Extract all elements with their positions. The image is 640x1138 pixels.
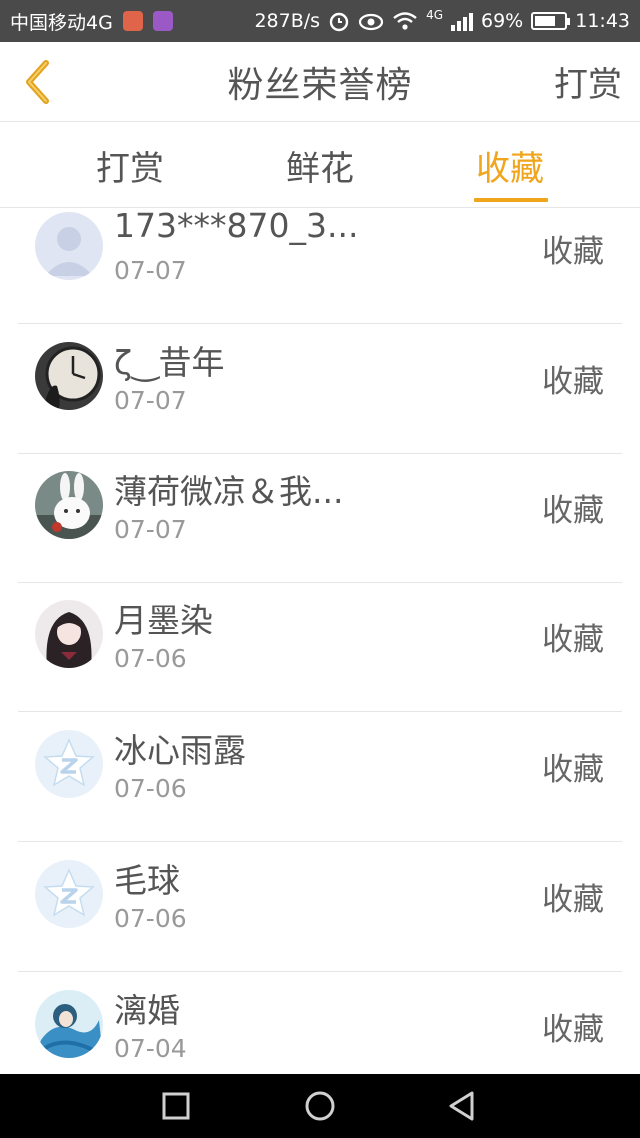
list-item-name: 毛球 <box>114 861 180 900</box>
list-item[interactable]: 月墨染 07-06 收藏 <box>18 582 622 712</box>
battery-icon <box>531 12 571 30</box>
back-nav-button[interactable] <box>446 1090 478 1122</box>
list-item-name: 冰心雨露 <box>114 731 246 770</box>
list-item-date: 07-07 <box>114 386 187 415</box>
list-item-date: 07-04 <box>114 1034 187 1063</box>
tab-bar: 打赏 鲜花 收藏 <box>0 122 640 208</box>
list-item-name: 月墨染 <box>114 601 213 640</box>
list-item-tag: 收藏 <box>542 882 604 918</box>
avatar-clock-photo <box>35 342 103 410</box>
list-item-tag: 收藏 <box>542 752 604 788</box>
list-item[interactable]: 冰心雨露 07-06 收藏 <box>18 712 622 842</box>
list-item-date: 07-06 <box>114 904 187 933</box>
battery-percent: 69% <box>481 10 524 32</box>
list-item[interactable]: ζ⁠‿昔年 07-07 收藏 <box>18 324 622 454</box>
alarm-icon <box>329 12 349 32</box>
list-item-tag: 收藏 <box>542 1012 604 1048</box>
eye-icon <box>358 13 384 31</box>
status-left: 中国移动4G <box>10 8 173 35</box>
reward-action-button[interactable]: 打赏 <box>554 57 622 106</box>
signal-icon <box>451 11 473 31</box>
network-type-label: 4G <box>426 8 443 22</box>
status-bar: 中国移动4G 287B/s 4G 69% 11:43 <box>0 0 640 42</box>
shopping-app-icon <box>122 11 143 31</box>
list-item-tag: 收藏 <box>542 493 604 529</box>
tab-reward[interactable]: 打赏 <box>70 122 190 208</box>
list-item-name: 漓婚 <box>114 991 180 1030</box>
recent-apps-button[interactable] <box>160 1090 192 1122</box>
list-item[interactable]: 薄荷微凉＆我... 07-07 收藏 <box>18 453 622 583</box>
header: 粉丝荣誉榜 打赏 <box>0 42 640 122</box>
carrier-label: 中国移动4G <box>10 11 113 34</box>
page-title: 粉丝荣誉榜 <box>227 64 413 106</box>
list-item-date: 07-07 <box>114 256 187 285</box>
app-root: 中国移动4G 287B/s 4G 69% 11:43 粉丝荣誉榜 打赏 打赏 鲜… <box>0 0 640 1138</box>
avatar-default-person <box>35 212 103 280</box>
network-speed: 287B/s <box>254 10 321 32</box>
avatar-anime-girl <box>35 600 103 668</box>
list-item-tag: 收藏 <box>542 234 604 270</box>
list-item-tag: 收藏 <box>542 364 604 400</box>
avatar-qzone-star <box>35 730 103 798</box>
avatar-qzone-star <box>35 860 103 928</box>
list-item-name: ζ⁠‿昔年 <box>114 343 225 382</box>
clock-time: 11:43 <box>575 10 630 32</box>
system-nav-bar <box>0 1074 640 1138</box>
home-button[interactable] <box>304 1090 336 1122</box>
list-item[interactable]: 漓婚 07-04 收藏 <box>18 972 622 1074</box>
fan-list: 173***870_3... 07-07 收藏 ζ⁠‿昔年 07-07 收藏 <box>0 208 640 1074</box>
tab-favorites[interactable]: 收藏 <box>450 122 570 208</box>
gallery-app-icon <box>152 11 173 31</box>
list-item-date: 07-06 <box>114 774 187 803</box>
list-item-date: 07-06 <box>114 644 187 673</box>
tab-flowers[interactable]: 鲜花 <box>260 122 380 208</box>
list-item-tag: 收藏 <box>542 622 604 658</box>
list-item[interactable]: 173***870_3... 07-07 收藏 <box>18 208 622 324</box>
list-item[interactable]: 毛球 07-06 收藏 <box>18 842 622 972</box>
list-item-name: 173***870_3... <box>114 208 359 245</box>
status-right: 287B/s 4G 69% 11:43 <box>254 8 630 32</box>
list-item-date: 07-07 <box>114 515 187 544</box>
avatar-rabbit-photo <box>35 471 103 539</box>
avatar-blue-anime <box>35 990 103 1058</box>
list-item-name: 薄荷微凉＆我... <box>114 472 344 511</box>
wifi-icon <box>393 12 417 30</box>
